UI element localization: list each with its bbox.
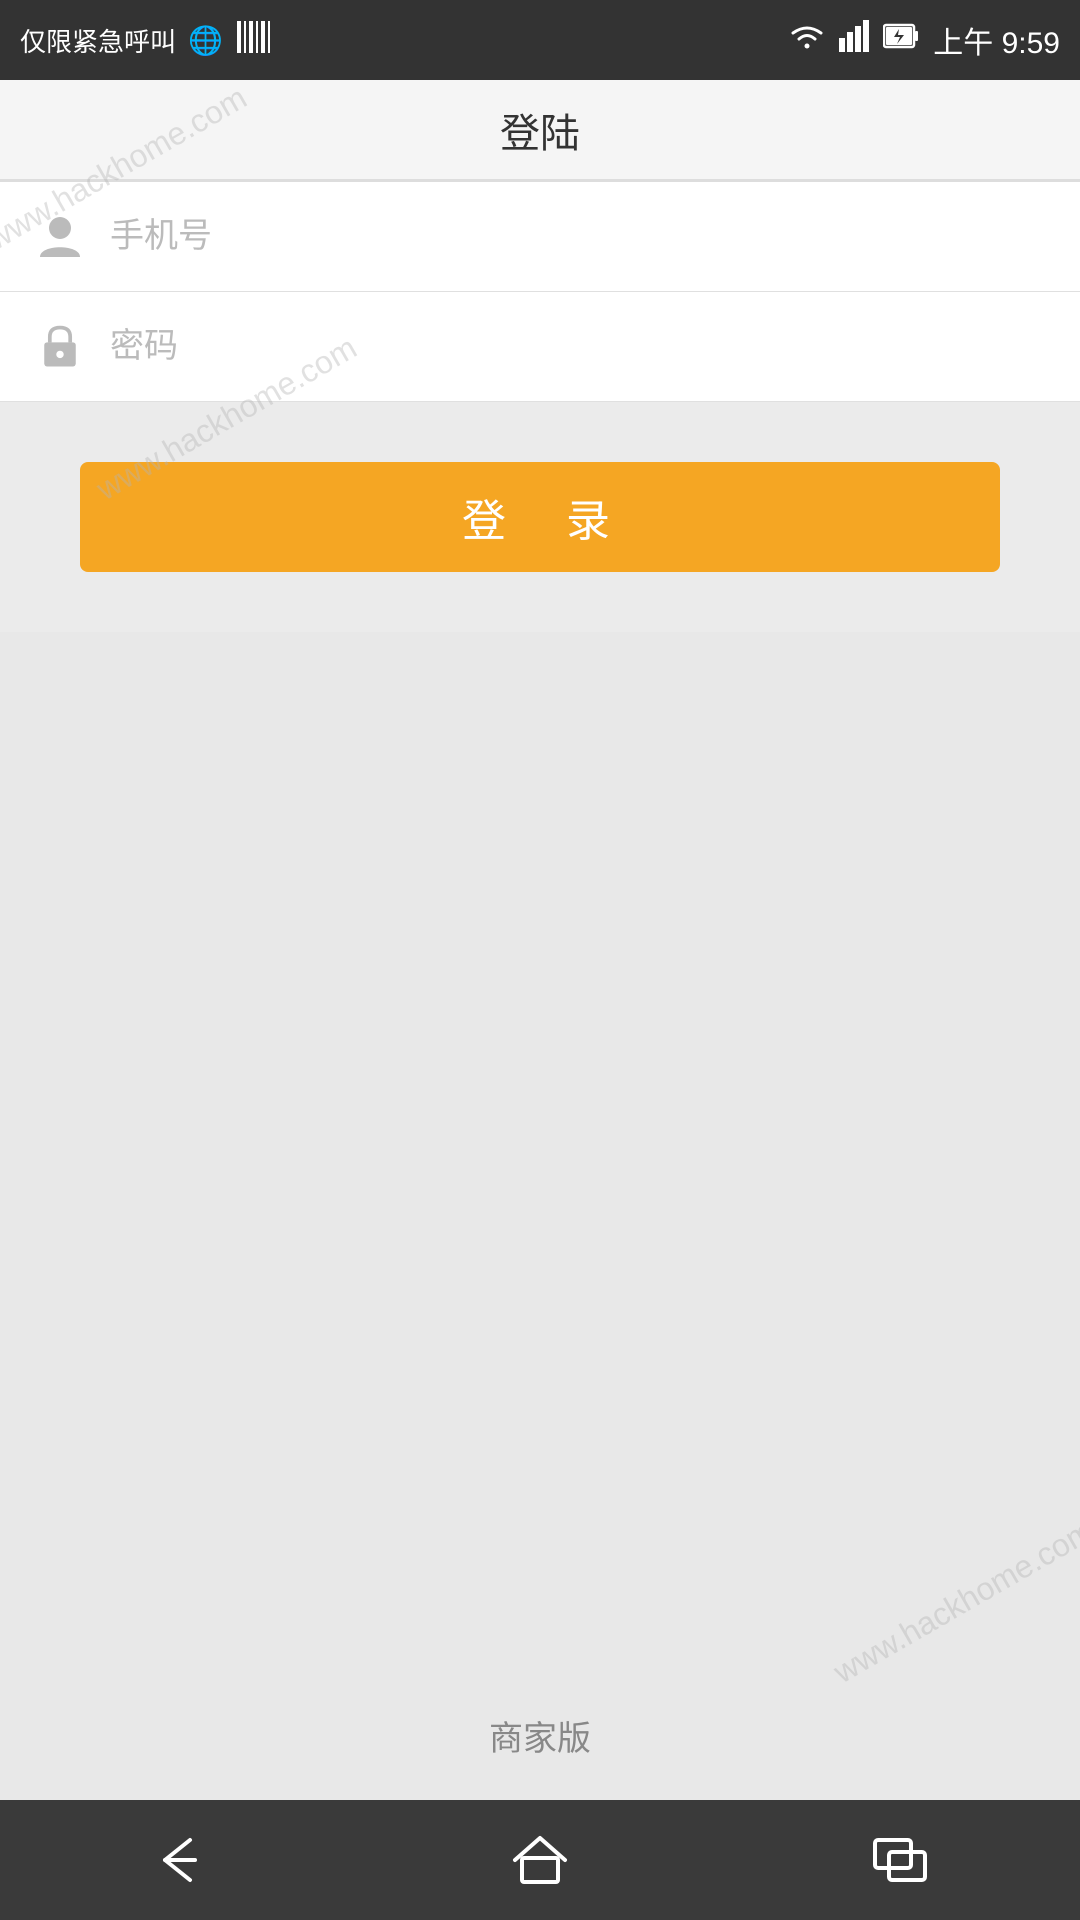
status-left: 仅限紧急呼叫 🌐 [20, 19, 271, 62]
password-input[interactable] [110, 292, 1050, 401]
password-field-container [0, 292, 1080, 402]
page-title: 登陆 [500, 101, 580, 159]
time-display: 上午 9:59 [933, 18, 1060, 62]
phone-input[interactable] [110, 182, 1050, 291]
status-right: 上午 9:59 [789, 18, 1060, 62]
battery-icon [883, 22, 919, 58]
login-form [0, 182, 1080, 402]
merchant-label: 商家版 [489, 1711, 591, 1760]
wifi-icon [789, 20, 825, 60]
login-content-area: 登 录 [0, 402, 1080, 632]
app-header: 登陆 [0, 80, 1080, 180]
emergency-call-text: 仅限紧急呼叫 [20, 22, 176, 59]
signal-icon [839, 20, 869, 60]
barcode-icon [235, 19, 271, 62]
user-icon [30, 207, 90, 267]
watermark-3: www.hackhome.com [827, 1512, 1080, 1691]
phone-field-container [0, 182, 1080, 292]
status-bar: 仅限紧急呼叫 🌐 [0, 0, 1080, 80]
lock-icon [30, 317, 90, 377]
login-button[interactable]: 登 录 [80, 462, 1000, 572]
nav-bar [0, 1800, 1080, 1920]
back-button[interactable] [140, 1830, 220, 1890]
recents-button[interactable] [860, 1830, 940, 1890]
globe-icon: 🌐 [188, 24, 223, 57]
home-button[interactable] [500, 1830, 580, 1890]
bottom-label-container: 商家版 [0, 1711, 1080, 1760]
